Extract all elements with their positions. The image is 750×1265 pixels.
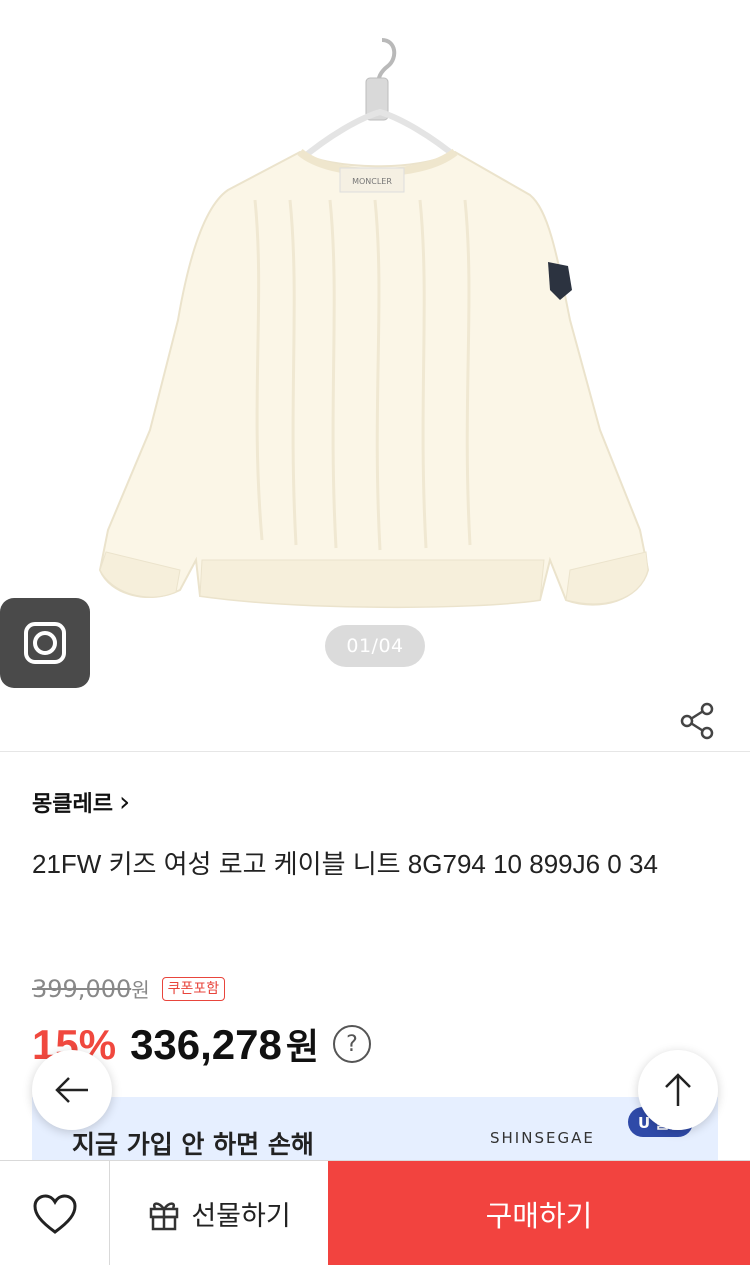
- original-price-row: 399,000원 쿠폰포함: [32, 974, 226, 1003]
- heart-icon: [32, 1193, 77, 1234]
- arrow-up-icon: [665, 1073, 691, 1106]
- share-icon: [680, 702, 714, 740]
- brand-link[interactable]: 몽클레르 ›: [32, 786, 130, 818]
- image-page-counter: 01/04: [325, 625, 425, 667]
- gift-button[interactable]: 선물하기: [110, 1161, 328, 1265]
- gift-icon: [150, 1201, 179, 1230]
- banner-brand: SHINSEGAE: [490, 1129, 595, 1147]
- svg-text:MONCLER: MONCLER: [352, 177, 392, 186]
- share-button[interactable]: [674, 698, 720, 744]
- gift-button-label: 선물하기: [191, 1201, 291, 1232]
- buy-button[interactable]: 구매하기: [328, 1161, 750, 1265]
- section-divider: [0, 751, 750, 752]
- question-icon[interactable]: ?: [333, 1025, 372, 1063]
- scroll-top-button[interactable]: [638, 1050, 718, 1130]
- original-price: 399,000: [32, 975, 132, 1003]
- product-image-gallery[interactable]: MONCLER 01/04: [0, 0, 750, 752]
- original-price-unit: 원: [131, 978, 150, 1002]
- brand-name: 몽클레르: [32, 792, 113, 817]
- arrow-left-icon: [55, 1077, 88, 1103]
- back-button[interactable]: [32, 1050, 112, 1130]
- product-detail-page: MONCLER 01/04 몽클레르 › 21FW 키즈 여성 로고 케이블 니…: [0, 0, 750, 1265]
- product-title: 21FW 키즈 여성 로고 케이블 니트 8G794 10 899J6 0 34: [32, 849, 658, 879]
- camera-button[interactable]: [0, 598, 90, 688]
- banner-text: 지금 가입 안 하면 손해: [72, 1130, 314, 1159]
- chevron-right-icon: ›: [118, 785, 131, 818]
- camera-icon: [24, 622, 66, 664]
- coupon-included-badge: 쿠폰포함: [161, 976, 226, 1001]
- bottom-action-bar: 선물하기 구매하기: [0, 1160, 750, 1265]
- sale-price-unit: 원: [285, 1027, 320, 1068]
- sale-price: 336,278: [130, 1021, 282, 1068]
- wishlist-button[interactable]: [0, 1161, 110, 1265]
